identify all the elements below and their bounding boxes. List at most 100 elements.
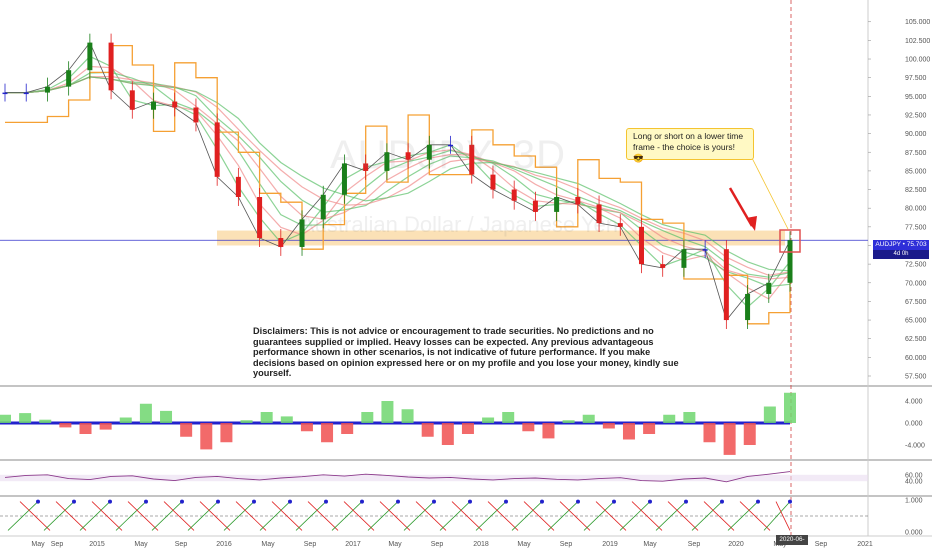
oscillator-dot <box>36 499 40 504</box>
time-axis-label: 2020 <box>728 541 744 548</box>
oscillator-dot <box>108 499 112 504</box>
candle-body <box>787 240 793 283</box>
time-axis-label: Sep <box>431 541 444 548</box>
candle-body <box>575 197 581 205</box>
candle-body <box>511 189 517 201</box>
candle-body <box>532 200 538 212</box>
histogram-bar <box>602 423 615 429</box>
histogram-bar <box>260 412 273 423</box>
histogram-bar <box>200 423 213 450</box>
histogram-bar <box>421 423 434 437</box>
oscillator-dot <box>684 499 688 504</box>
time-axis-label: Sep <box>175 541 188 548</box>
oscillator-dot <box>612 499 616 504</box>
chart-container: 105.000 102.500 100.000 97.500 95.000 92.500 9… <box>0 0 932 553</box>
candle-body <box>235 176 241 197</box>
callout-note[interactable]: Long or short on a lower time frame - th… <box>626 128 754 163</box>
symbol-watermark: AUDJPY, 3D <box>330 133 567 177</box>
oscillator-dot <box>756 499 760 504</box>
oscillator-dot <box>788 499 792 504</box>
oscillator-line-green <box>43 501 75 531</box>
price-axis-label: 100.000 <box>905 57 930 64</box>
histogram-bar <box>723 423 736 455</box>
histogram-bar <box>341 423 354 434</box>
histogram-bar <box>160 410 173 423</box>
oscillator-dot <box>396 499 400 504</box>
callout-pointer <box>751 157 789 230</box>
price-axis-label: 92.500 <box>905 112 927 119</box>
histogram-bar <box>401 409 414 423</box>
bar-time-remaining-label: 4d 0h <box>873 250 929 259</box>
histogram-bar <box>139 403 152 423</box>
histogram-bar <box>19 413 32 423</box>
histogram-bar <box>300 423 313 432</box>
time-axis-label: 2017 <box>345 541 361 548</box>
price-axis-label: 57.500 <box>905 374 927 381</box>
candle-body <box>214 122 220 177</box>
oscillator-dot <box>72 499 76 504</box>
oscillator-line-red <box>163 501 195 531</box>
oscillator-dot <box>288 499 292 504</box>
chart-canvas[interactable]: 105.000 102.500 100.000 97.500 95.000 92.500 9… <box>0 0 932 550</box>
oscillator-dot <box>180 499 184 504</box>
histogram-bar <box>321 423 334 443</box>
price-axis-label: 102.500 <box>905 38 930 45</box>
candle-body <box>660 264 666 268</box>
histogram-bar <box>441 423 454 445</box>
histogram-bar <box>683 412 696 423</box>
oscillator-dot <box>576 499 580 504</box>
candle-body <box>172 101 178 108</box>
time-axis-label: Sep <box>560 541 573 548</box>
histogram-bar <box>643 423 656 434</box>
oscillator-dot <box>468 499 472 504</box>
time-axis-label: May <box>261 541 275 548</box>
histogram-bar <box>280 416 293 423</box>
oscillator-dot <box>324 499 328 504</box>
time-axis-label: Sep <box>815 541 828 548</box>
price-axis-label: 105.000 <box>905 19 930 26</box>
histogram-bar <box>703 423 716 443</box>
price-axis-label: 60.000 <box>905 355 927 362</box>
histogram-bar <box>663 414 676 423</box>
rsi-axis-label: 40.00 <box>905 479 923 486</box>
candle-body <box>681 249 687 268</box>
oscillator-line-red <box>703 501 735 531</box>
time-axis-label: 2015 <box>89 541 105 548</box>
histogram-bar <box>743 423 756 445</box>
histogram-bar <box>180 423 193 437</box>
histogram-bar <box>361 412 374 423</box>
histogram-bar <box>119 417 132 423</box>
time-axis-label: May <box>31 541 45 548</box>
price-axis-label: 87.500 <box>905 150 927 157</box>
candle-body <box>723 249 729 321</box>
candle-body <box>2 92 8 95</box>
oscillator-dot <box>540 499 544 504</box>
histogram-bar <box>381 401 394 423</box>
time-axis-label: 2021 <box>857 541 873 548</box>
oscillator-dot <box>360 499 364 504</box>
histogram-bar <box>622 423 635 440</box>
price-axis-label: 90.000 <box>905 131 927 138</box>
price-axis-label: 85.000 <box>905 168 927 175</box>
oscillator-line-green <box>403 501 435 531</box>
price-axis-label: 77.500 <box>905 224 927 231</box>
oscillator-line-green <box>583 501 615 531</box>
time-axis-label: 2019 <box>602 541 618 548</box>
histogram-bar <box>59 423 72 428</box>
oscillator-axis-label: 0.000 <box>905 530 923 537</box>
candle-body <box>617 223 623 227</box>
candle-body <box>745 293 751 321</box>
price-axis-label: 80.000 <box>905 206 927 213</box>
oscillator-dot <box>216 499 220 504</box>
price-axis-label: 95.000 <box>905 94 927 101</box>
histogram-axis-label: -4.000 <box>905 443 925 450</box>
histogram-bar <box>502 412 515 423</box>
oscillator-axis-label: 1.000 <box>905 498 923 505</box>
histogram-bar <box>39 419 52 423</box>
crosshair-date-label: 2020-06-04 <box>776 535 808 553</box>
histogram-bar <box>99 423 112 430</box>
oscillator-dot <box>720 499 724 504</box>
oscillator-dot <box>252 499 256 504</box>
time-axis-label: May <box>517 541 531 548</box>
candle-body <box>44 86 50 93</box>
